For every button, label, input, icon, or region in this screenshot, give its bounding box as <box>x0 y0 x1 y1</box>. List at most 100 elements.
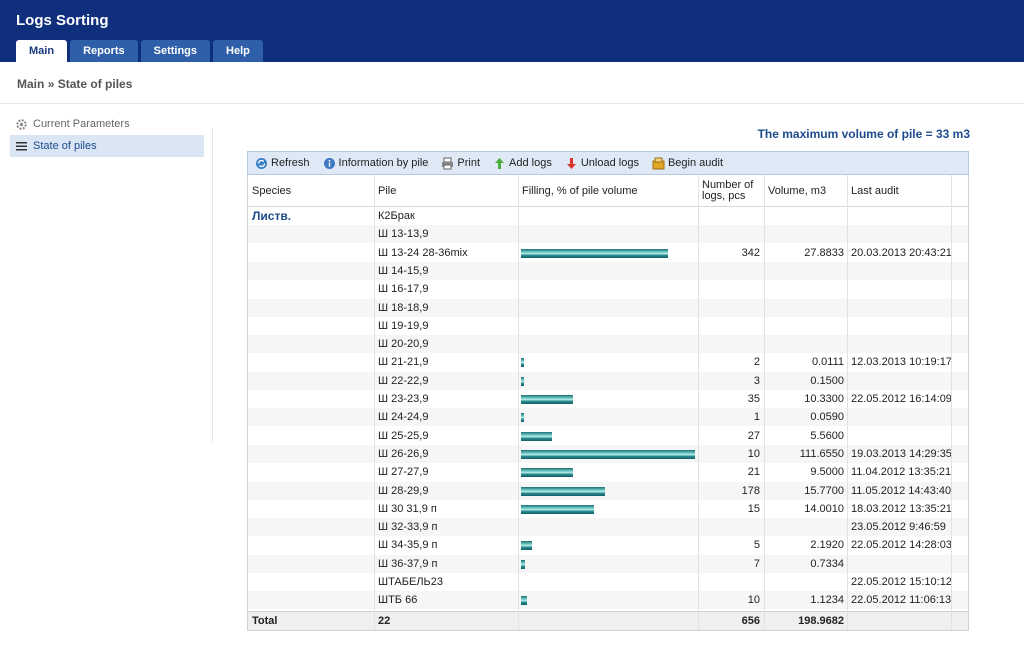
pile-cell: Ш 20-20,9 <box>378 338 429 351</box>
gear-icon <box>16 118 27 130</box>
arrow-up-icon <box>493 157 506 170</box>
table-row[interactable]: Ш 34-35,9 п 5 2.1920 22.05.2012 14:28:03 <box>248 536 968 554</box>
pile-cell: Ш 25-25,9 <box>378 429 429 442</box>
header-divider <box>0 103 1024 104</box>
table-row[interactable]: Ш 28-29,9 178 15.7700 11.05.2012 14:43:40 <box>248 481 968 500</box>
table-row[interactable]: Листв. К2Брак <box>248 207 968 225</box>
piles-table: Species Pile Filling, % of pile volume N… <box>247 175 969 631</box>
column-header-last-audit[interactable]: Last audit <box>847 175 951 207</box>
filling-cell <box>521 541 533 551</box>
info-icon <box>323 157 336 170</box>
table-row[interactable]: ШТАБЕЛЬ23 22.05.2012 15:10:12 <box>248 573 968 591</box>
table-row[interactable]: Ш 14-15,9 <box>248 261 968 280</box>
table-row[interactable]: Ш 32-33,9 п 23.05.2012 9:46:59 <box>248 518 968 537</box>
information-by-pile-button[interactable]: Information by pile <box>323 157 429 170</box>
column-header-number[interactable]: Number of logs, pcs <box>698 175 764 207</box>
column-divider <box>698 175 699 630</box>
table-row[interactable]: Ш 19-19,9 <box>248 317 968 335</box>
begin-audit-button[interactable]: Begin audit <box>652 157 723 170</box>
last-audit-cell: 22.05.2012 16:14:09 <box>851 393 952 405</box>
last-audit-cell: 22.05.2012 14:28:03 <box>851 539 952 552</box>
volume-cell: 111.6550 <box>799 447 844 460</box>
pile-cell: Ш 30 31,9 п <box>378 502 437 515</box>
volume-cell: 1.1234 <box>810 594 844 607</box>
refresh-icon <box>255 157 268 170</box>
begin-audit-label: Begin audit <box>667 157 723 169</box>
refresh-button[interactable]: Refresh <box>255 157 310 170</box>
tab-settings[interactable]: Settings <box>140 40 211 62</box>
column-header-volume[interactable]: Volume, m3 <box>764 175 847 207</box>
sidebar: Current Parameters State of piles <box>10 113 204 157</box>
volume-cell: 0.0590 <box>810 411 844 424</box>
fill-bar <box>521 248 669 258</box>
pile-cell: Ш 14-15,9 <box>378 264 429 277</box>
volume-cell: 0.1500 <box>810 374 844 387</box>
number-cell: 3 <box>753 374 760 387</box>
grid-toolbar: Refresh Information by pile Print Add lo… <box>247 151 969 175</box>
print-icon <box>441 157 454 170</box>
unload-logs-button[interactable]: Unload logs <box>565 157 639 170</box>
filling-cell <box>521 468 574 478</box>
arrow-down-icon <box>565 157 578 170</box>
volume-cell: 27.8833 <box>804 246 844 259</box>
column-header-filling[interactable]: Filling, % of pile volume <box>518 175 698 207</box>
table-row[interactable]: Ш 20-20,9 <box>248 335 968 354</box>
sidebar-item-current-parameters[interactable]: Current Parameters <box>10 113 204 135</box>
number-cell: 15 <box>747 502 760 515</box>
fill-bar <box>521 559 525 569</box>
tab-main[interactable]: Main <box>16 40 68 62</box>
table-row[interactable]: Ш 21-21,9 2 0.0111 12.03.2013 10:19:17 <box>248 353 968 371</box>
pile-cell: Ш 13-13,9 <box>378 228 429 241</box>
fill-bar <box>521 541 533 551</box>
column-header-pile[interactable]: Pile <box>374 175 518 207</box>
pile-cell: ШТАБЕЛЬ23 <box>378 576 444 588</box>
total-label: Total <box>252 615 278 627</box>
table-row[interactable]: Ш 16-17,9 <box>248 280 968 298</box>
fill-bar <box>521 431 553 441</box>
table-row[interactable]: Ш 13-24 28-36mix 342 27.8833 20.03.2013 20:… <box>248 244 968 262</box>
number-cell: 178 <box>741 484 760 497</box>
pile-cell: Ш 27-27,9 <box>378 466 429 479</box>
table-row[interactable]: Ш 24-24,9 1 0.0590 <box>248 408 968 427</box>
fill-bar <box>521 596 527 606</box>
column-divider <box>764 175 765 630</box>
column-header-species[interactable]: Species <box>248 175 374 207</box>
number-cell: 342 <box>741 246 760 259</box>
list-icon <box>16 141 27 152</box>
pile-cell: Ш 28-29,9 <box>378 484 429 497</box>
filling-cell <box>521 413 524 423</box>
table-row[interactable]: Ш 30 31,9 п 15 14.0010 18.03.2012 13:35:21 <box>248 500 968 518</box>
table-row[interactable]: Ш 23-23,9 35 10.3300 22.05.2012 16:14:09 <box>248 390 968 408</box>
tab-reports[interactable]: Reports <box>70 40 138 62</box>
table-row[interactable]: Ш 27-27,9 21 9.5000 11.04.2012 13:35:21 <box>248 463 968 481</box>
print-label: Print <box>457 157 481 169</box>
table-row[interactable]: Ш 36-37,9 п 7 0.7334 <box>248 554 968 573</box>
total-volume: 198.9682 <box>798 615 844 627</box>
last-audit-cell: 12.03.2013 10:19:17 <box>851 356 952 369</box>
sidebar-item-state-of-piles[interactable]: State of piles <box>10 135 204 157</box>
information-by-pile-label: Information by pile <box>338 157 429 169</box>
table-row[interactable]: ШТБ 66 10 1.1234 22.05.2012 11:06:13 <box>248 591 968 610</box>
number-cell: 5 <box>753 539 760 552</box>
table-row[interactable]: Ш 26-26,9 10 111.6550 19.03.2013 14:29:35 <box>248 444 968 463</box>
volume-cell: 9.5000 <box>810 466 844 479</box>
fill-bar <box>521 395 574 404</box>
breadcrumb-separator: » <box>47 77 55 91</box>
pile-cell: ШТБ 66 <box>378 594 418 607</box>
table-row[interactable]: Ш 25-25,9 27 5.5600 <box>248 427 968 445</box>
table-row[interactable]: Ш 18-18,9 <box>248 298 968 317</box>
number-cell: 35 <box>747 393 760 405</box>
filling-cell <box>521 449 695 459</box>
column-divider <box>847 175 848 630</box>
last-audit-cell: 20.03.2013 20:43:21 <box>851 246 952 259</box>
table-row[interactable]: Ш 22-22,9 3 0.1500 <box>248 371 968 390</box>
unload-logs-label: Unload logs <box>580 157 639 169</box>
tab-help[interactable]: Help <box>213 40 263 62</box>
volume-cell: 0.0111 <box>811 356 844 369</box>
print-button[interactable]: Print <box>441 157 480 170</box>
breadcrumb-main-link[interactable]: Main <box>17 77 44 91</box>
add-logs-button[interactable]: Add logs <box>493 157 552 170</box>
last-audit-cell: 11.04.2012 13:35:21 <box>851 466 952 479</box>
table-row[interactable]: Ш 13-13,9 <box>248 225 968 244</box>
pile-cell: Ш 18-18,9 <box>378 301 429 314</box>
